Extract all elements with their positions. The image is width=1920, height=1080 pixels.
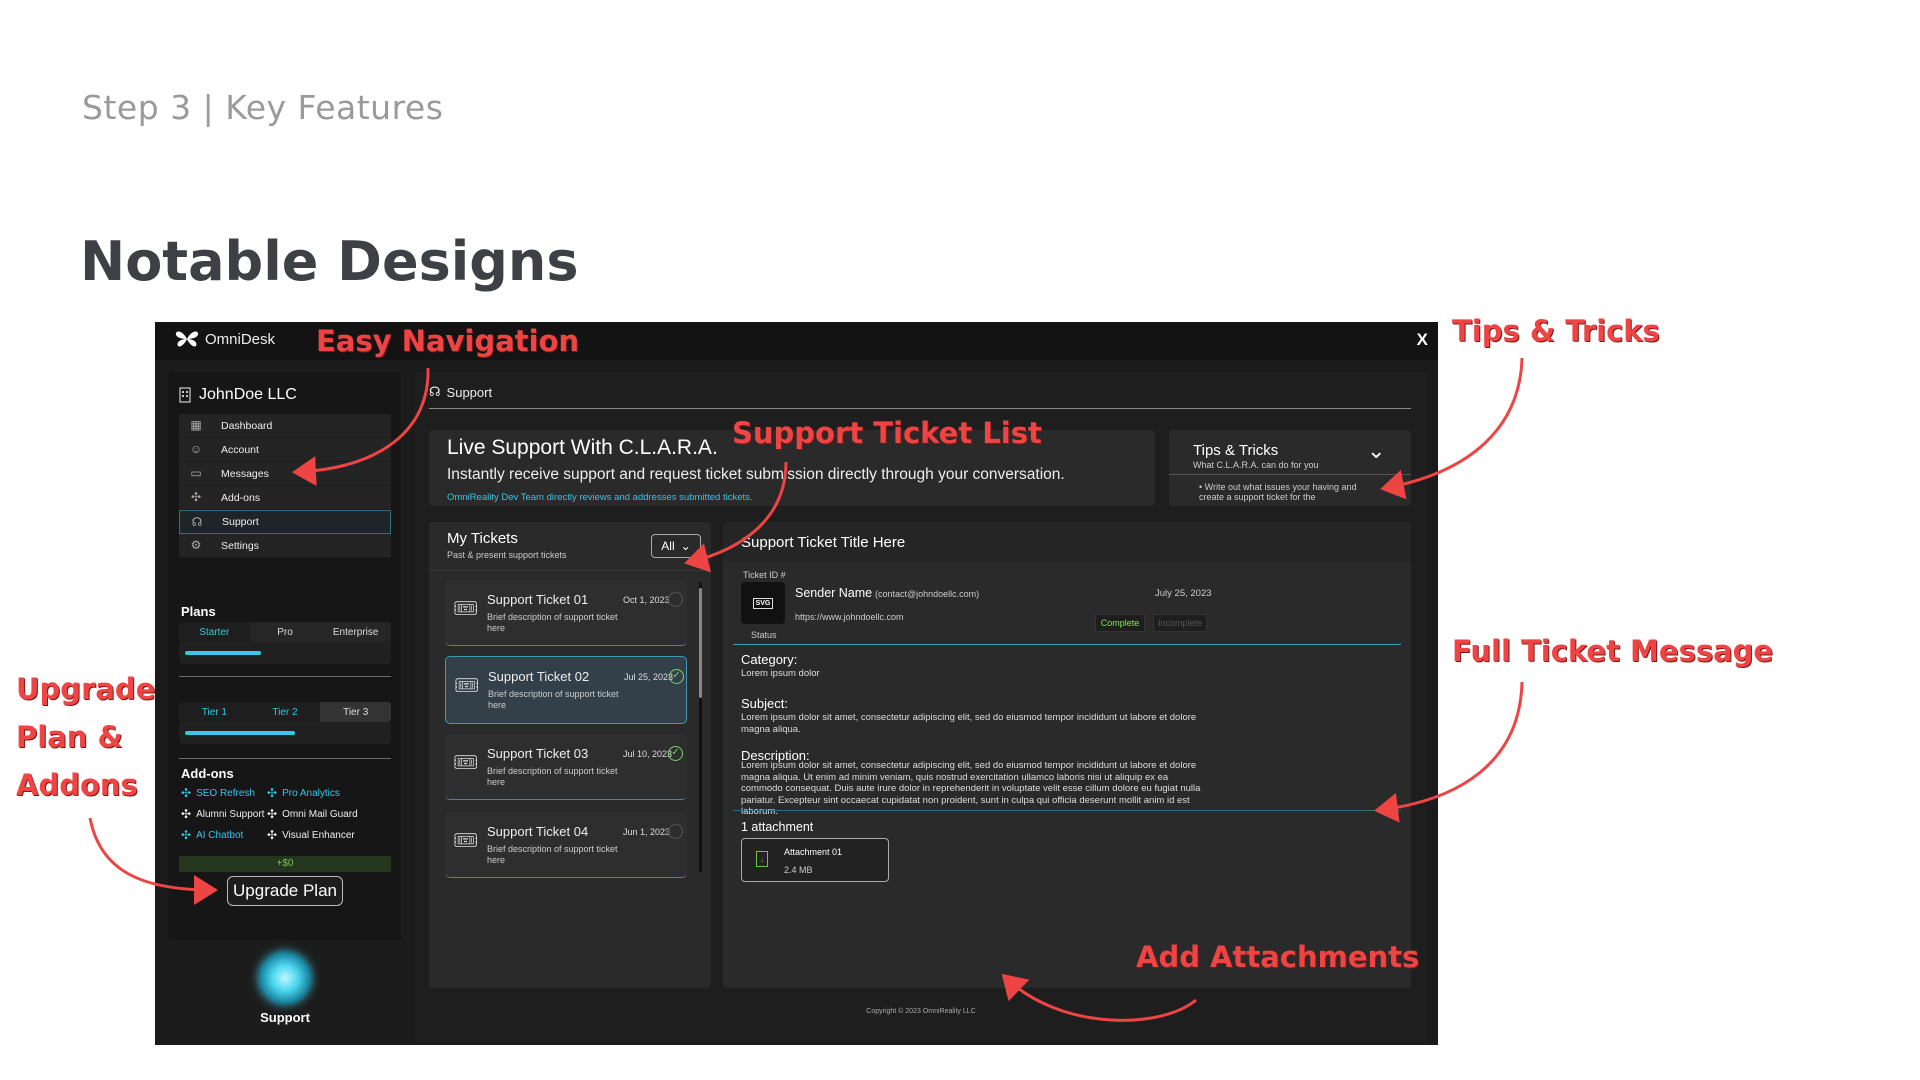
annotation-upgrade-line3: Addons bbox=[16, 768, 138, 802]
annotation-upgrade-line2: Plan & bbox=[16, 720, 123, 754]
arrow-ticket-list bbox=[684, 461, 788, 573]
arrow-full-message bbox=[1374, 681, 1524, 823]
annotation-upgrade-line1: Upgrade bbox=[16, 672, 156, 706]
arrow-attachments bbox=[1001, 973, 1197, 1022]
arrow-navigation bbox=[292, 367, 430, 487]
annotation-support-ticket-list: Support Ticket List bbox=[732, 416, 1042, 450]
annotation-full-ticket-message: Full Ticket Message bbox=[1452, 634, 1774, 668]
arrow-upgrade bbox=[88, 817, 218, 905]
arrow-tips bbox=[1380, 357, 1524, 500]
annotation-arrows bbox=[88, 357, 1524, 1022]
annotation-add-attachments: Add Attachments bbox=[1136, 940, 1420, 974]
annotation-tips-tricks: Tips & Tricks bbox=[1452, 314, 1660, 348]
annotation-easy-navigation: Easy Navigation bbox=[316, 324, 580, 358]
